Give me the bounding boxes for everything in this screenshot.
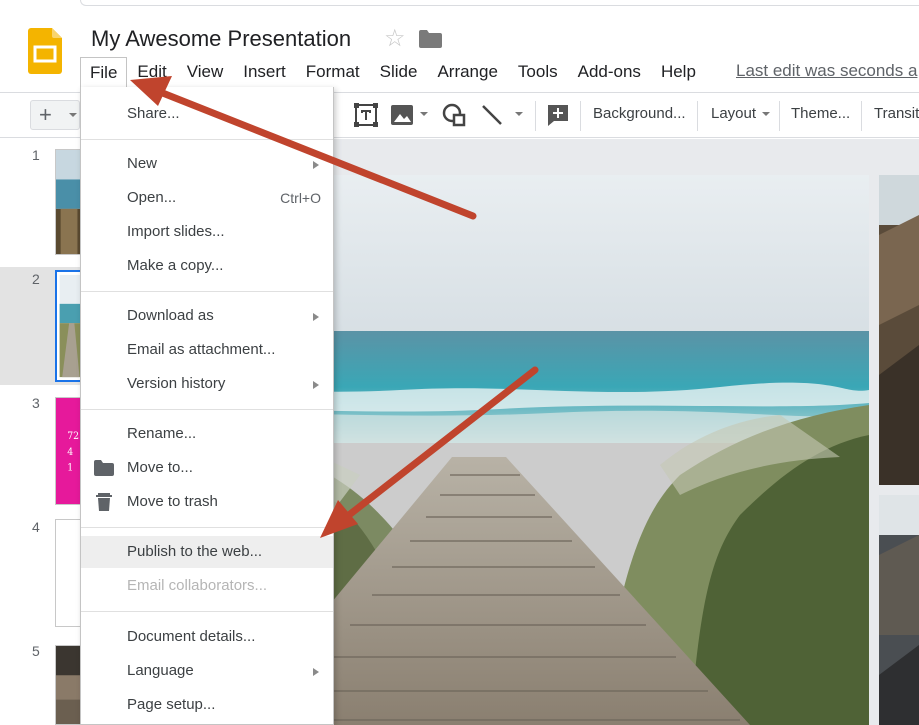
folder-icon: [94, 460, 114, 476]
menu-divider: [81, 611, 333, 612]
menu-item-download-as[interactable]: Download as: [81, 300, 333, 332]
menu-divider: [81, 527, 333, 528]
image-icon[interactable]: [390, 103, 414, 127]
menu-insert[interactable]: Insert: [233, 57, 296, 87]
submenu-arrow-icon: [313, 381, 319, 389]
menu-item-email-attachment[interactable]: Email as attachment...: [81, 334, 333, 366]
menu-item-label: Version history: [127, 375, 226, 392]
menu-item-label: Move to trash: [127, 493, 218, 510]
menu-item-rename[interactable]: Rename...: [81, 418, 333, 450]
menu-item-label: Import slides...: [127, 223, 225, 240]
menu-view[interactable]: View: [177, 57, 234, 87]
menu-item-label: Language: [127, 662, 194, 679]
folder-icon[interactable]: [419, 30, 442, 48]
menu-arrange[interactable]: Arrange: [427, 57, 507, 87]
star-icon[interactable]: ☆: [384, 27, 406, 51]
slide-number: 2: [32, 271, 40, 287]
menu-item-label: Share...: [127, 105, 180, 122]
svg-text:72: 72: [67, 431, 79, 442]
menu-item-share[interactable]: Share...: [81, 98, 333, 130]
submenu-arrow-icon: [313, 161, 319, 169]
menu-format[interactable]: Format: [296, 57, 370, 87]
menu-item-new[interactable]: New: [81, 148, 333, 180]
svg-text:4: 4: [67, 447, 73, 458]
svg-text:1: 1: [67, 462, 73, 473]
toolbar-divider: [697, 101, 698, 131]
document-title[interactable]: My Awesome Presentation: [91, 26, 351, 52]
menu-slide[interactable]: Slide: [370, 57, 428, 87]
menu-item-page-setup[interactable]: Page setup...: [81, 689, 333, 721]
menu-item-label: Make a copy...: [127, 257, 224, 274]
menu-item-label: Download as: [127, 307, 214, 324]
toolbar-divider: [580, 101, 581, 131]
background-button[interactable]: Background...: [593, 105, 686, 122]
next-slide-preview[interactable]: [879, 175, 919, 485]
slide-row-4[interactable]: 4: [0, 507, 85, 629]
menu-divider: [81, 409, 333, 410]
menu-item-label: Page setup...: [127, 696, 216, 713]
menu-divider: [81, 139, 333, 140]
slide-number: 3: [32, 395, 40, 411]
slide-number: 4: [32, 519, 40, 535]
theme-button[interactable]: Theme...: [791, 105, 850, 122]
slide-number: 1: [32, 147, 40, 163]
menu-item-version-history[interactable]: Version history: [81, 368, 333, 400]
menu-item-label: Email collaborators...: [127, 577, 268, 594]
add-comment-icon[interactable]: [546, 103, 570, 127]
menu-item-label: Email as attachment...: [127, 341, 276, 358]
text-box-icon[interactable]: [354, 103, 378, 127]
transition-button[interactable]: Transit: [874, 105, 919, 122]
menu-addons[interactable]: Add-ons: [568, 57, 651, 87]
line-dropdown-chevron-icon[interactable]: [515, 112, 523, 116]
menu-tools[interactable]: Tools: [508, 57, 568, 87]
toolbar-divider: [861, 101, 862, 131]
menu-item-move-to-trash[interactable]: Move to trash: [81, 486, 333, 518]
last-edit-link[interactable]: Last edit was seconds a: [736, 61, 917, 81]
slide-row-1[interactable]: 1: [0, 139, 85, 267]
slide-row-3[interactable]: 3 72 4 1: [0, 385, 85, 507]
slide-number: 5: [32, 643, 40, 659]
menu-item-document-details[interactable]: Document details...: [81, 621, 333, 653]
slide-row-2[interactable]: 2: [0, 267, 85, 385]
keyboard-shortcut: Ctrl+O: [280, 190, 321, 206]
submenu-arrow-icon: [313, 313, 319, 321]
line-icon[interactable]: [480, 103, 504, 127]
menu-item-move-to[interactable]: Move to...: [81, 452, 333, 484]
menu-item-email-collaborators[interactable]: Email collaborators...: [81, 570, 333, 602]
menu-item-label: New: [127, 155, 158, 172]
slide-row-5[interactable]: 5: [0, 629, 85, 725]
plus-icon: +: [39, 102, 52, 127]
next-slide-preview[interactable]: [879, 495, 919, 725]
trash-icon: [96, 493, 112, 511]
menu-item-import-slides[interactable]: Import slides...: [81, 216, 333, 248]
file-menu-dropdown: Share... New Open... Ctrl+O Import slide…: [80, 87, 334, 725]
chevron-down-icon[interactable]: [69, 113, 77, 117]
menu-item-publish-to-web[interactable]: Publish to the web...: [81, 536, 333, 568]
layout-button[interactable]: Layout: [711, 105, 771, 122]
slides-logo-icon[interactable]: [28, 28, 62, 74]
menu-bar: File Edit View Insert Format Slide Arran…: [80, 57, 706, 87]
menu-item-label: Publish to the web...: [127, 543, 263, 560]
toolbar-divider: [535, 101, 536, 131]
menu-file[interactable]: File: [80, 57, 128, 87]
menu-edit[interactable]: Edit: [127, 57, 176, 87]
chevron-down-icon: [762, 112, 771, 117]
menu-item-language[interactable]: Language: [81, 655, 333, 687]
toolbar-divider: [779, 101, 780, 131]
new-slide-button[interactable]: +: [30, 100, 80, 130]
menu-item-label: Rename...: [127, 425, 197, 442]
menu-item-label: Open...: [127, 189, 177, 206]
slide-filmstrip: 1 2 3 72 4 1 4 5: [0, 139, 85, 725]
image-dropdown-chevron-icon[interactable]: [420, 112, 428, 116]
menu-item-label: Document details...: [127, 628, 256, 645]
menu-help[interactable]: Help: [651, 57, 706, 87]
shape-icon[interactable]: [442, 103, 466, 127]
menu-item-make-copy[interactable]: Make a copy...: [81, 250, 333, 282]
window-top-edge: [80, 0, 919, 6]
layout-label: Layout: [711, 105, 757, 122]
menu-divider: [81, 291, 333, 292]
menu-item-label: Move to...: [127, 459, 193, 476]
submenu-arrow-icon: [313, 668, 319, 676]
menu-item-open[interactable]: Open... Ctrl+O: [81, 182, 333, 214]
